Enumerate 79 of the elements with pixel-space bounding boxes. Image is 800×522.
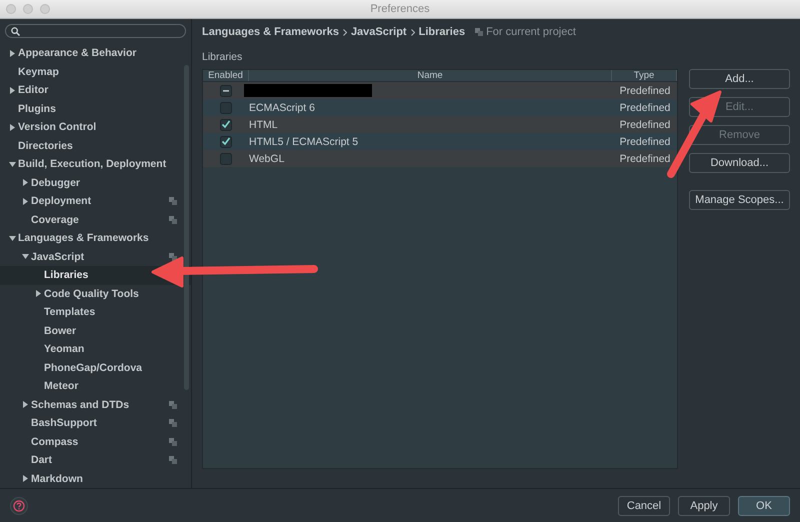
search-icon	[11, 26, 20, 36]
sidebar-item[interactable]: Editor	[18, 84, 48, 96]
sidebar-item[interactable]: Keymap	[18, 66, 59, 78]
project-copy-icon	[169, 400, 177, 409]
breadcrumb-item: JavaScript	[350, 26, 407, 38]
expand-triangle-icon[interactable]	[22, 401, 28, 408]
project-copy-icon	[169, 197, 177, 206]
collapse-triangle-icon[interactable]	[8, 160, 16, 168]
sidebar-item[interactable]: Libraries	[44, 269, 88, 282]
library-type: Predefined	[618, 100, 672, 116]
search-field[interactable]	[5, 24, 186, 38]
sidebar-item[interactable]: Debugger	[31, 176, 80, 189]
sidebar-item[interactable]: Appearance & Behavior	[18, 47, 136, 60]
sidebar-item[interactable]: Plugins	[18, 102, 56, 115]
expand-triangle-icon[interactable]	[22, 179, 28, 186]
sidebar-item[interactable]: PhoneGap/Cordova	[44, 362, 142, 374]
sidebar-item[interactable]: Templates	[44, 306, 96, 318]
dialog-button[interactable]: Apply	[678, 496, 730, 516]
library-name: ECMAScript 6	[248, 102, 315, 114]
dialog-button[interactable]: Cancel	[618, 496, 670, 516]
help-button[interactable]	[10, 497, 28, 515]
column-header[interactable]: Name	[249, 70, 612, 81]
dialog-button[interactable]: OK	[738, 496, 790, 516]
expand-triangle-icon[interactable]	[22, 198, 28, 205]
window-title: Preferences	[370, 3, 430, 15]
collapse-triangle-icon[interactable]	[22, 253, 28, 260]
sidebar-item[interactable]: Bower	[44, 324, 76, 337]
project-copy-icon	[169, 456, 177, 464]
library-name: HTML5 / ECMAScript 5	[248, 136, 358, 148]
project-copy-icon	[169, 438, 177, 446]
sidebar-item[interactable]: Schemas and DTDs	[31, 398, 130, 411]
sidebar-item[interactable]: Yeoman	[44, 343, 84, 356]
expand-triangle-icon[interactable]	[22, 475, 28, 482]
sidebar-item[interactable]: Version Control	[18, 121, 96, 134]
sidebar-item[interactable]: Compass	[31, 436, 78, 448]
sidebar-item[interactable]: Dart	[31, 454, 52, 466]
scope-note: For current project	[486, 26, 576, 38]
help-icon	[13, 500, 25, 512]
sidebar-item[interactable]: Directories	[18, 140, 73, 152]
column-header[interactable]: Type	[612, 70, 677, 81]
chevron-icon	[410, 28, 415, 36]
chevron-icon	[342, 28, 347, 36]
project-copy-icon	[169, 419, 177, 428]
library-name: HTML	[248, 118, 278, 130]
checkbox[interactable]	[220, 102, 232, 114]
expand-triangle-icon[interactable]	[8, 50, 16, 57]
expand-triangle-icon[interactable]	[8, 86, 16, 94]
checkbox[interactable]	[220, 118, 232, 130]
checkbox[interactable]	[220, 84, 232, 96]
expand-triangle-icon[interactable]	[8, 124, 16, 131]
breadcrumb-item: Libraries	[418, 26, 466, 38]
sidebar-item[interactable]: Languages & Frameworks	[18, 232, 149, 244]
project-copy-icon	[169, 216, 177, 224]
sidebar-item[interactable]: Code Quality Tools	[44, 288, 139, 300]
sidebar-item[interactable]: Deployment	[31, 195, 92, 208]
project-copy-icon	[475, 28, 484, 36]
action-button[interactable]: Download...	[689, 153, 790, 173]
library-type: Predefined	[618, 134, 672, 150]
library-name: WebGL	[248, 152, 284, 164]
breadcrumb-item: Languages & Frameworks	[202, 26, 339, 38]
sidebar-item[interactable]: Markdown	[31, 472, 83, 485]
library-type: Predefined	[618, 84, 672, 98]
sidebar-item[interactable]: Coverage	[31, 214, 79, 226]
column-header[interactable]: Enabled	[203, 70, 249, 81]
action-button[interactable]: Manage Scopes...	[689, 190, 790, 210]
library-type: Predefined	[618, 118, 672, 132]
library-type: Predefined	[618, 152, 672, 166]
checkbox[interactable]	[220, 136, 232, 148]
section-title: Libraries	[202, 51, 244, 65]
sidebar-item[interactable]: JavaScript	[31, 250, 84, 263]
sidebar-item[interactable]: Build, Execution, Deployment	[18, 158, 166, 170]
checkbox[interactable]	[220, 152, 232, 164]
collapse-triangle-icon[interactable]	[8, 234, 16, 242]
scrollbar-thumb[interactable]	[184, 65, 189, 390]
project-copy-icon	[169, 252, 177, 261]
action-button[interactable]: Add...	[689, 69, 790, 89]
sidebar-item[interactable]: Meteor	[44, 380, 78, 392]
expand-triangle-icon[interactable]	[34, 290, 42, 298]
sidebar-item[interactable]: BashSupport	[31, 417, 97, 430]
